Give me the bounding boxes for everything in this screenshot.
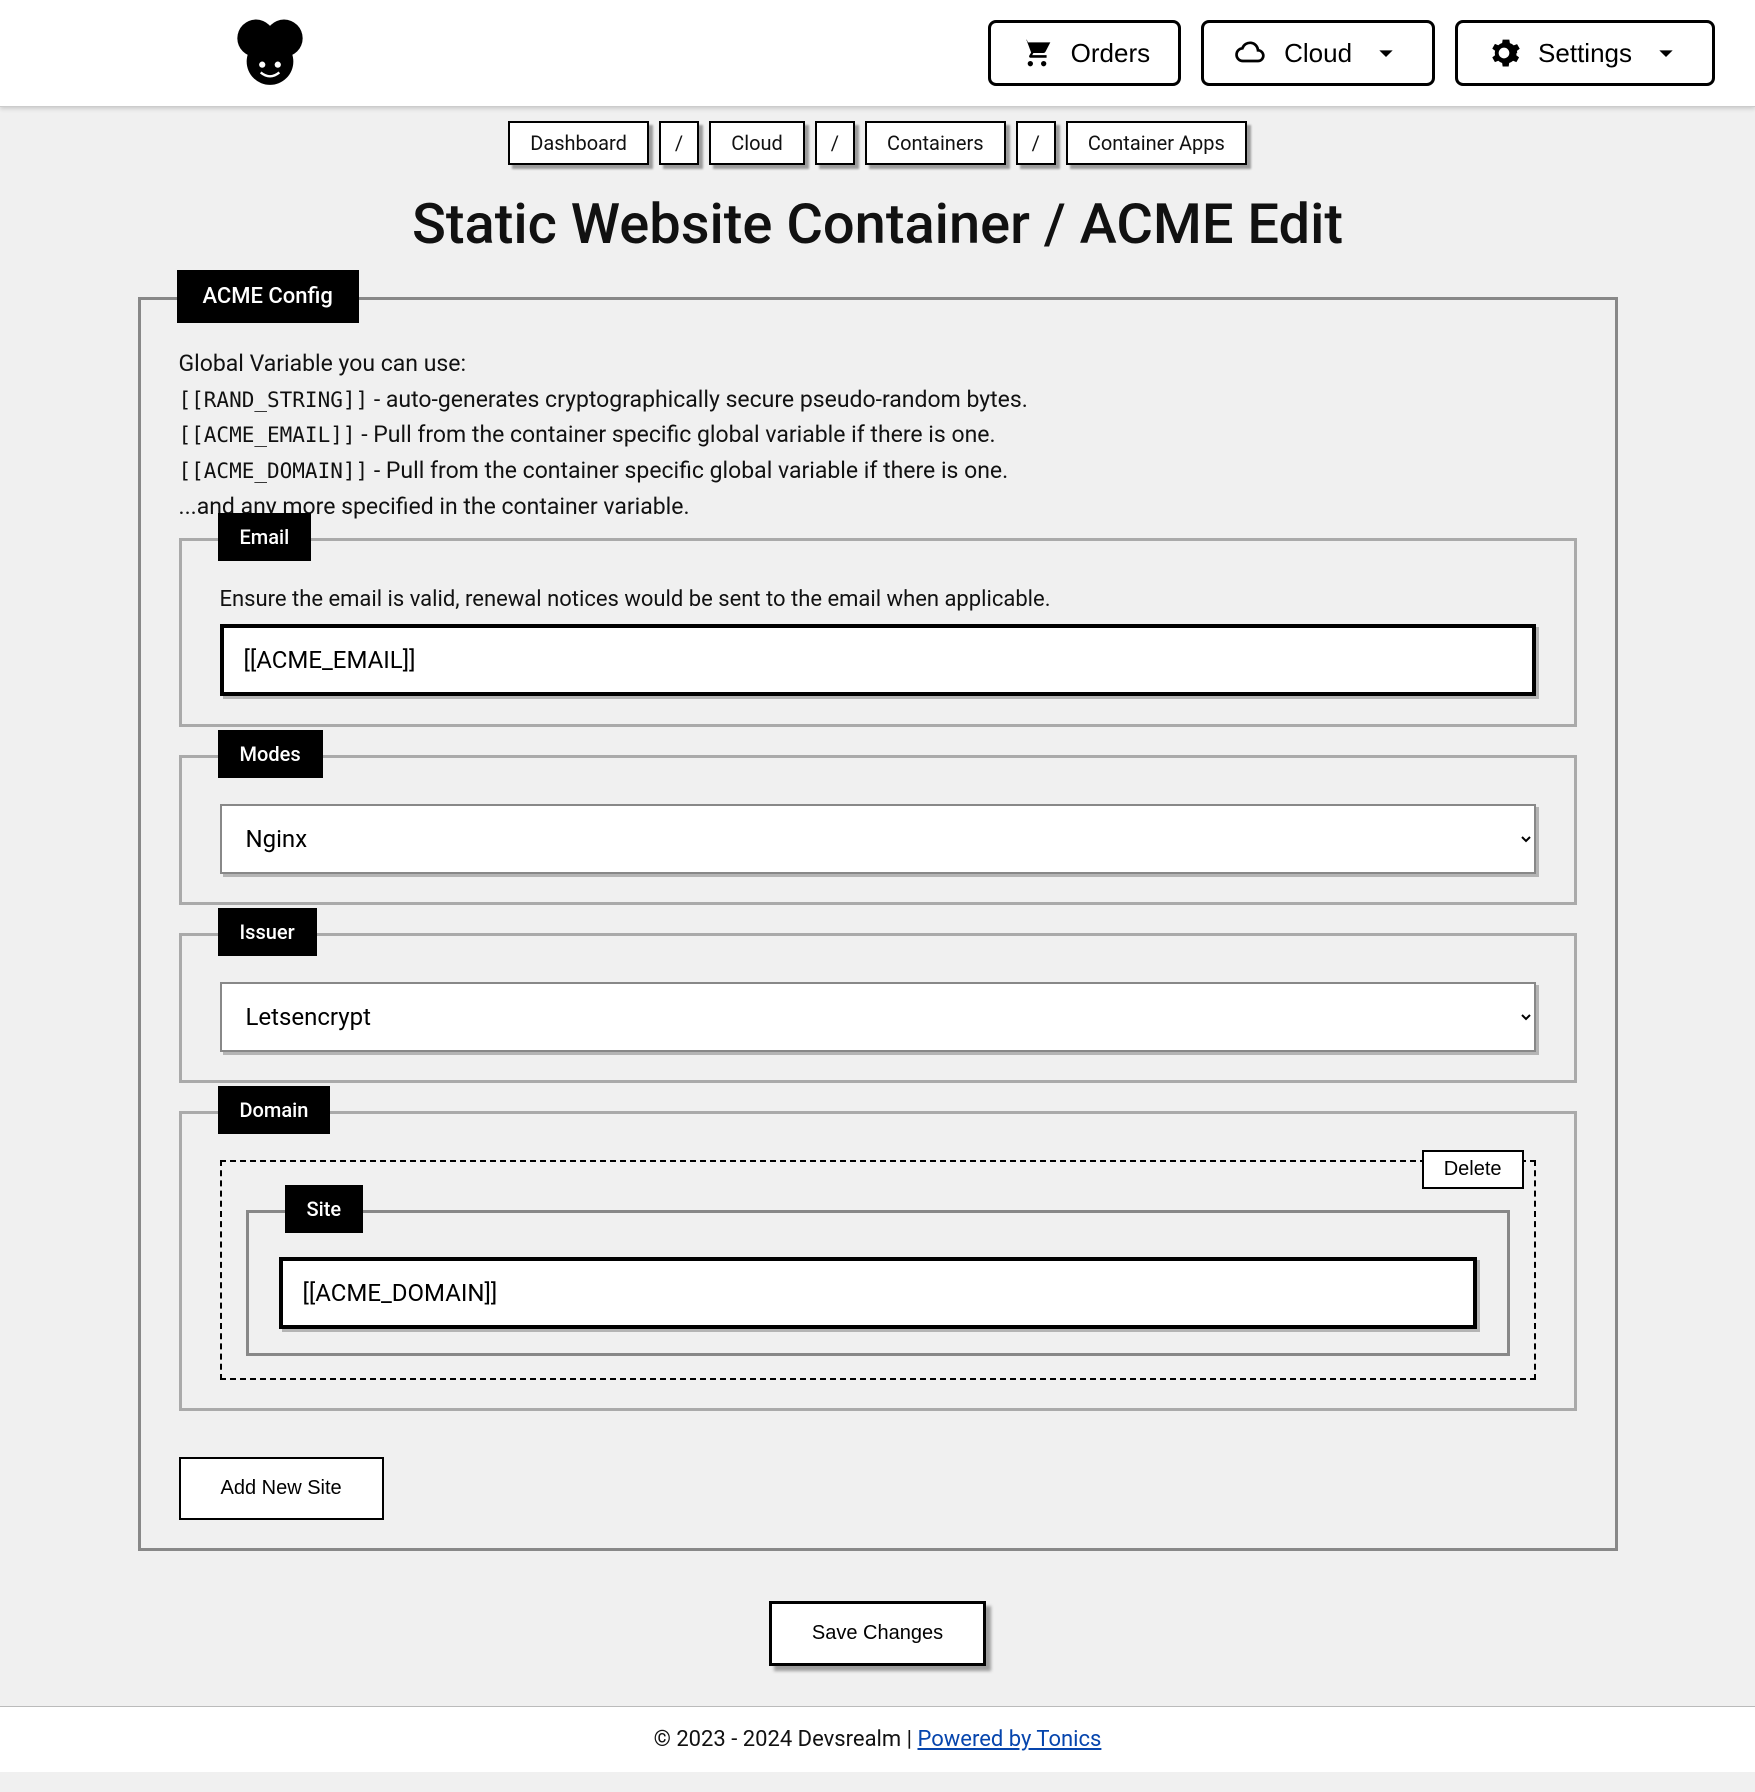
- site-fieldset: Site: [246, 1210, 1510, 1356]
- orders-button[interactable]: Orders: [988, 20, 1181, 86]
- footer-powered-link[interactable]: Powered by Tonics: [917, 1727, 1101, 1752]
- settings-button[interactable]: Settings: [1455, 20, 1715, 86]
- cloud-icon: [1232, 37, 1268, 69]
- info-intro: Global Variable you can use:: [179, 346, 1577, 382]
- var-acme-email: [[ACME_EMAIL]]: [179, 423, 356, 447]
- site-field[interactable]: [279, 1257, 1477, 1329]
- cloud-button[interactable]: Cloud: [1201, 20, 1435, 86]
- breadcrumb: Dashboard / Cloud / Containers / Contain…: [0, 107, 1755, 171]
- email-field[interactable]: [220, 624, 1536, 696]
- add-new-site-button[interactable]: Add New Site: [179, 1457, 384, 1520]
- site-legend: Site: [285, 1185, 364, 1233]
- breadcrumb-containers[interactable]: Containers: [865, 121, 1006, 165]
- modes-select[interactable]: Nginx: [220, 804, 1536, 874]
- settings-label: Settings: [1538, 38, 1632, 69]
- breadcrumb-cloud[interactable]: Cloud: [709, 121, 805, 165]
- issuer-select[interactable]: Letsencrypt: [220, 982, 1536, 1052]
- var-rand-string: [[RAND_STRING]]: [179, 388, 369, 412]
- cloud-label: Cloud: [1284, 38, 1352, 69]
- page-footer: © 2023 - 2024 Devsrealm | Powered by Ton…: [0, 1706, 1755, 1772]
- breadcrumb-separator: /: [1016, 121, 1056, 165]
- email-section: Email Ensure the email is valid, renewal…: [179, 538, 1577, 727]
- delete-site-button[interactable]: Delete: [1422, 1150, 1524, 1189]
- logo-icon: [231, 18, 309, 88]
- save-changes-button[interactable]: Save Changes: [769, 1601, 986, 1666]
- email-hint: Ensure the email is valid, renewal notic…: [220, 587, 1536, 612]
- page-title: Static Website Container / ACME Edit: [0, 191, 1755, 257]
- breadcrumb-dashboard[interactable]: Dashboard: [508, 121, 649, 165]
- top-navbar: Orders Cloud Settings: [0, 0, 1755, 107]
- chevron-down-icon: [1648, 37, 1684, 69]
- email-legend: Email: [218, 513, 312, 561]
- footer-copyright: © 2023 - 2024 Devsrealm |: [654, 1727, 918, 1752]
- domain-site-entry: Delete Site: [220, 1160, 1536, 1380]
- issuer-section: Issuer Letsencrypt: [179, 933, 1577, 1083]
- orders-label: Orders: [1071, 38, 1150, 69]
- modes-section: Modes Nginx: [179, 755, 1577, 905]
- cart-icon: [1019, 37, 1055, 69]
- var-acme-domain: [[ACME_DOMAIN]]: [179, 459, 369, 483]
- domain-legend: Domain: [218, 1086, 331, 1134]
- domain-section: Domain Delete Site: [179, 1111, 1577, 1411]
- gear-icon: [1486, 37, 1522, 69]
- breadcrumb-separator: /: [659, 121, 699, 165]
- app-logo: [230, 18, 310, 88]
- acme-config-section: ACME Config Global Variable you can use:…: [138, 297, 1618, 1551]
- issuer-legend: Issuer: [218, 908, 317, 956]
- acme-config-legend: ACME Config: [177, 270, 359, 323]
- modes-legend: Modes: [218, 730, 323, 778]
- breadcrumb-separator: /: [815, 121, 855, 165]
- global-variable-info: Global Variable you can use: [[RAND_STRI…: [179, 346, 1577, 524]
- chevron-down-icon: [1368, 37, 1404, 69]
- breadcrumb-container-apps[interactable]: Container Apps: [1066, 121, 1247, 165]
- info-outro: ...and any more specified in the contain…: [179, 489, 1577, 525]
